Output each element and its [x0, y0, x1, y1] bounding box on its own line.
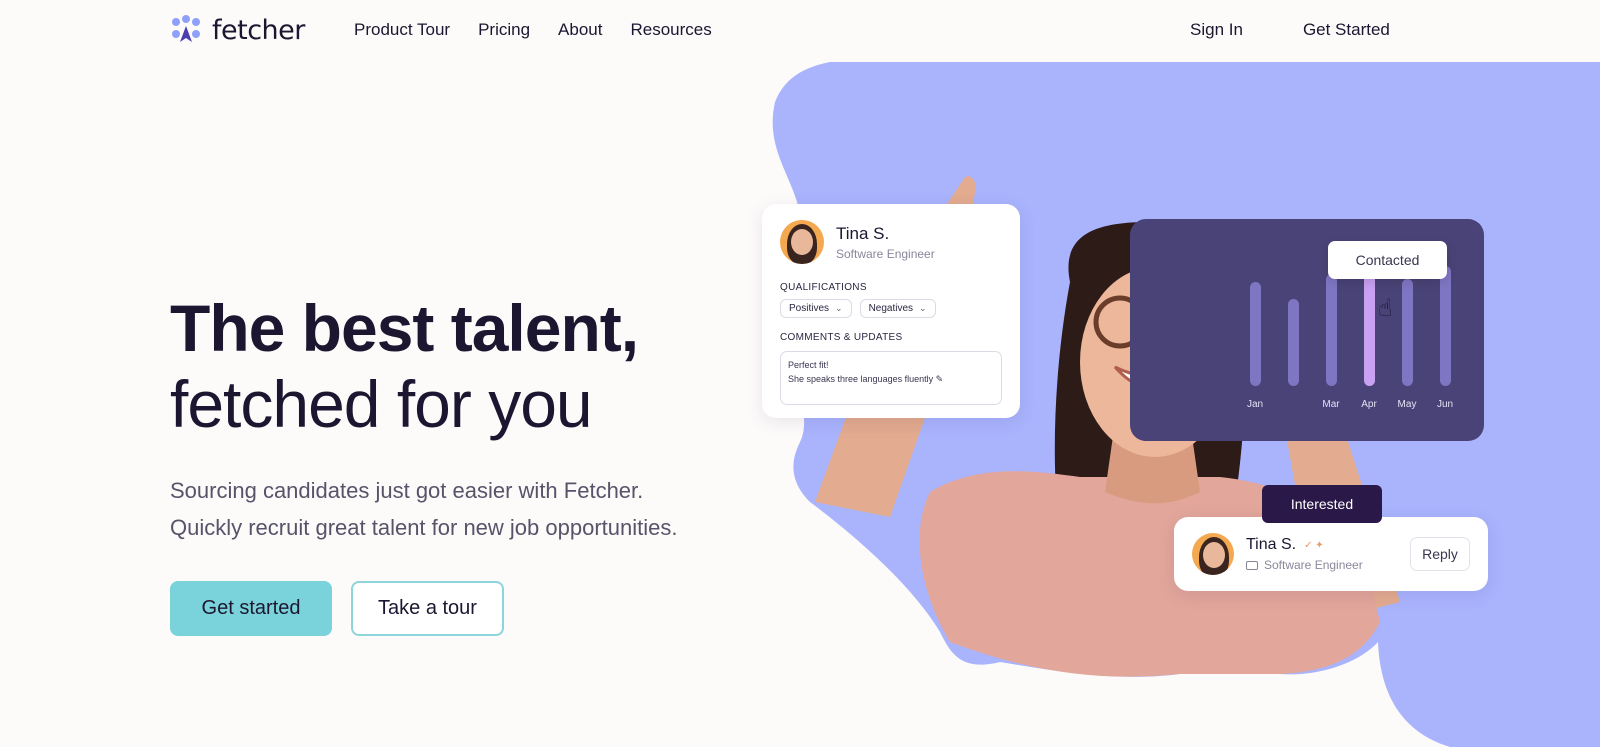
reply-candidate-name: Tina S.: [1246, 536, 1297, 553]
hero-subtitle-line-1: Sourcing candidates just got easier with…: [170, 478, 644, 503]
logo[interactable]: fetcher: [170, 14, 305, 46]
chart-bar-active: [1364, 269, 1375, 386]
month-label: Mar: [1322, 399, 1340, 410]
reply-candidate-role: Software Engineer: [1264, 558, 1363, 572]
comment-textarea[interactable]: Perfect fit! She speaks three languages …: [780, 351, 1002, 405]
comment-line-2: She speaks three languages fluently ✎: [788, 374, 944, 384]
interested-badge: Interested: [1262, 485, 1382, 523]
chevron-down-icon: ⌄: [919, 303, 927, 313]
candidate-name: Tina S.: [836, 223, 890, 243]
chart-bar: [1440, 266, 1451, 386]
chart-bar: [1250, 282, 1261, 386]
candidate-role: Software Engineer: [836, 246, 935, 261]
month-label: Apr: [1361, 399, 1377, 410]
hero-visual: Tina S. Software Engineer QUALIFICATIONS…: [760, 62, 1600, 747]
comment-line-1: Perfect fit!: [788, 360, 829, 370]
paw-logo-icon: [172, 15, 200, 42]
headline-regular: fetched for you: [170, 367, 593, 441]
month-label: Jan: [1246, 399, 1264, 410]
reply-candidate-role-row: Software Engineer: [1246, 558, 1363, 572]
month-label: May: [1397, 399, 1417, 410]
qualification-chips: Positives ⌄ Negatives ⌄: [780, 299, 1002, 318]
nav-link-about[interactable]: About: [558, 20, 602, 40]
reply-button[interactable]: Reply: [1410, 537, 1470, 571]
positives-label: Positives: [789, 303, 830, 314]
avatar: [780, 220, 824, 264]
chevron-down-icon: ⌄: [835, 303, 843, 313]
sign-in-link[interactable]: Sign In: [1190, 20, 1243, 40]
take-a-tour-button[interactable]: Take a tour: [351, 581, 504, 636]
nav-link-pricing[interactable]: Pricing: [478, 20, 530, 40]
nav-links: Product Tour Pricing About Resources: [354, 20, 712, 40]
contacted-tooltip: Contacted: [1328, 241, 1447, 279]
cta-row: Get started Take a tour: [170, 581, 770, 636]
candidate-reply-card: Tina S. ✓ ✦ Software Engineer Reply: [1174, 517, 1488, 591]
reply-candidate-name-row: Tina S. ✓ ✦: [1246, 536, 1363, 554]
nav-link-product-tour[interactable]: Product Tour: [354, 20, 450, 40]
get-started-link[interactable]: Get Started: [1303, 20, 1390, 40]
pointer-cursor-icon: ☝: [1378, 295, 1393, 322]
chart-bar: [1326, 274, 1337, 386]
profile-header: Tina S. Software Engineer: [780, 220, 1002, 264]
avatar: [1192, 533, 1234, 575]
candidate-profile-card: Tina S. Software Engineer QUALIFICATIONS…: [762, 204, 1020, 418]
folder-icon: [1246, 560, 1258, 570]
chart-bar: [1288, 299, 1299, 386]
negatives-label: Negatives: [868, 303, 914, 314]
positives-dropdown[interactable]: Positives ⌄: [780, 299, 852, 318]
comments-label: COMMENTS & UPDATES: [780, 332, 903, 343]
logo-text: fetcher: [212, 14, 305, 46]
hero-section: The best talent, fetched for you Sourcin…: [170, 290, 770, 636]
hero-subtitle: Sourcing candidates just got easier with…: [170, 472, 770, 546]
qualifications-label: QUALIFICATIONS: [780, 282, 867, 293]
sparkle-icon: ✓ ✦: [1304, 539, 1324, 551]
nav-right: Sign In Get Started: [1190, 20, 1390, 40]
month-label: Jun: [1436, 399, 1454, 410]
headline-bold: The best talent,: [170, 291, 639, 365]
nav-link-resources[interactable]: Resources: [630, 20, 711, 40]
hero-subtitle-line-2: Quickly recruit great talent for new job…: [170, 515, 678, 540]
get-started-button[interactable]: Get started: [170, 581, 332, 636]
top-nav: fetcher Product Tour Pricing About Resou…: [0, 0, 1600, 64]
chart-bar: [1402, 279, 1413, 386]
negatives-dropdown[interactable]: Negatives ⌄: [859, 299, 936, 318]
